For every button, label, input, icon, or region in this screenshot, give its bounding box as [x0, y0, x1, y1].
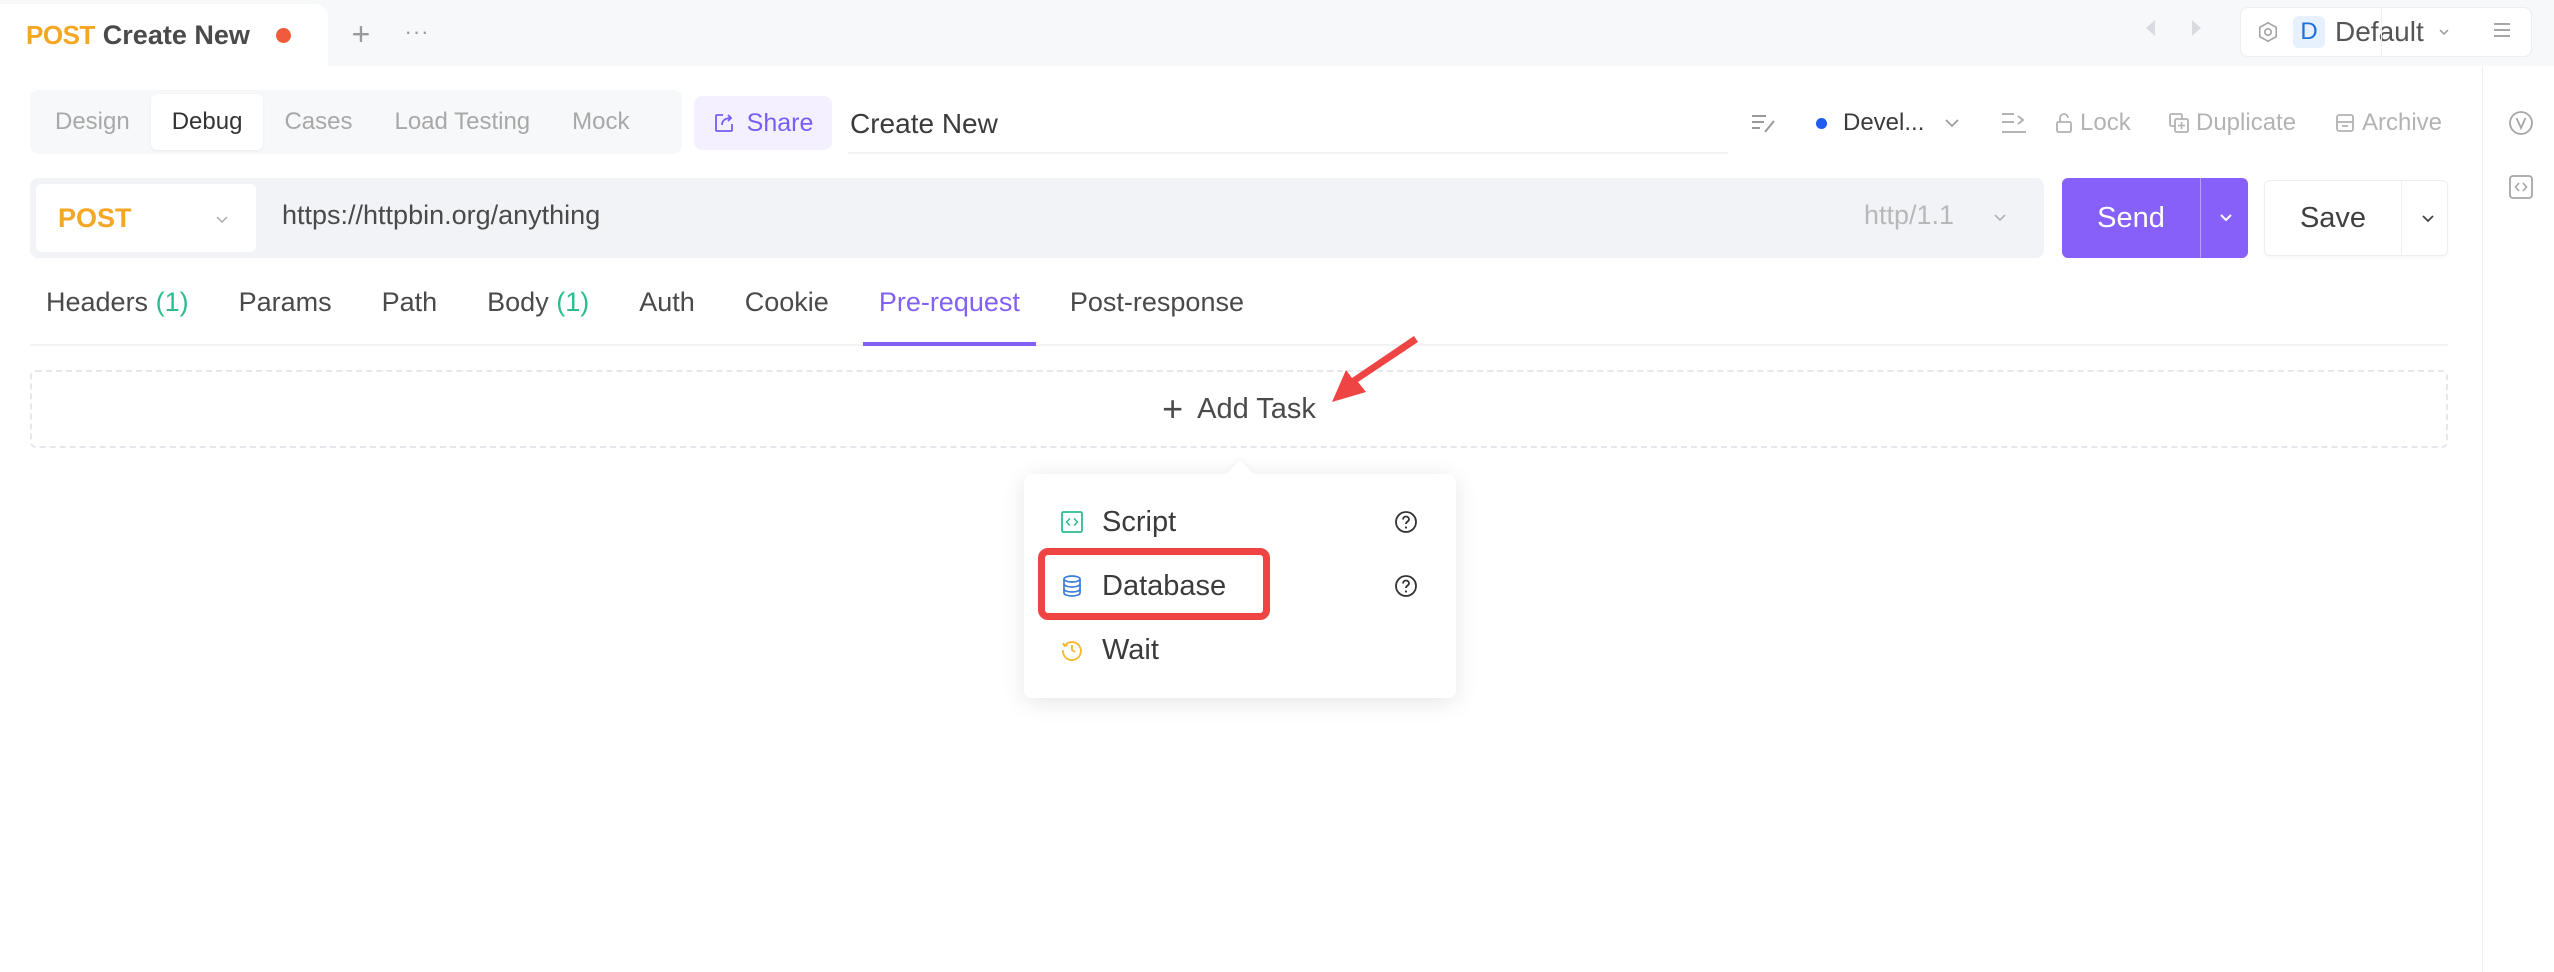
divider	[2401, 181, 2402, 255]
menu-item-script[interactable]: Script	[1024, 492, 1456, 552]
hamburger-menu-icon[interactable]	[2490, 18, 2514, 42]
archive-icon	[2336, 114, 2354, 132]
lock-button[interactable]: Lock	[2054, 106, 2131, 140]
tab-count: (1)	[556, 287, 590, 317]
tab-label: Body	[487, 287, 549, 317]
collapse-panel-button[interactable]	[2000, 106, 2034, 140]
send-options-chevron-icon[interactable]	[2218, 212, 2234, 224]
more-tabs-button[interactable]: ···	[402, 14, 432, 54]
tab-params[interactable]: Params	[237, 274, 334, 344]
divider	[2381, 7, 2382, 57]
status-label: Devel...	[1843, 109, 1925, 136]
share-label: Share	[746, 108, 814, 137]
save-label: Save	[2299, 202, 2367, 234]
request-tabs: Headers (1) Params Path Body (1) Auth Co…	[30, 274, 2448, 346]
chevron-down-icon	[1945, 119, 1959, 128]
mode-tabs: Design Debug Cases Load Testing Mock	[30, 90, 682, 154]
tab-post-response[interactable]: Post-response	[1068, 274, 1246, 344]
tab-label: Headers	[46, 287, 149, 317]
unsaved-dot-icon	[275, 27, 291, 43]
document-tab[interactable]: POST Create New	[0, 4, 328, 66]
mode-tab-debug[interactable]: Debug	[150, 94, 264, 150]
tab-label: Auth	[639, 287, 695, 317]
annotation-arrow-icon	[1332, 336, 1418, 402]
send-button[interactable]: Send	[2062, 178, 2248, 258]
mode-tab-design[interactable]: Design	[34, 94, 151, 150]
tab-body[interactable]: Body (1)	[485, 274, 591, 344]
add-task-label: Add Task	[1197, 392, 1316, 425]
method-value: POST	[58, 202, 132, 233]
history-clock-icon	[1062, 641, 1082, 661]
lock-icon	[2056, 113, 2072, 133]
menu-item-wait[interactable]: Wait	[1024, 620, 1456, 680]
settings-hexagon-icon[interactable]	[2257, 21, 2279, 43]
share-button[interactable]: Share	[694, 96, 832, 150]
nav-forward-icon[interactable]	[2192, 20, 2201, 36]
collapse-icon	[2002, 113, 2026, 133]
menu-item-label: Wait	[1102, 633, 1159, 666]
archive-label: Archive	[2362, 109, 2443, 136]
chevron-down-icon	[2439, 29, 2449, 36]
chevron-down-icon	[216, 216, 228, 224]
edit-list-icon	[1752, 115, 1775, 133]
endpoint-name-input[interactable]	[848, 96, 1728, 154]
share-icon	[714, 114, 733, 132]
doc-tab-method: POST	[26, 19, 95, 50]
divider	[2200, 178, 2201, 258]
nav-back-icon[interactable]	[2146, 20, 2155, 36]
tab-label: Params	[238, 287, 332, 317]
save-button[interactable]: Save	[2264, 180, 2448, 256]
duplicate-label: Duplicate	[2196, 109, 2297, 136]
new-tab-button[interactable]: +	[346, 14, 376, 54]
status-dropdown[interactable]: Devel...	[1816, 106, 1966, 140]
lock-label: Lock	[2080, 109, 2131, 136]
method-select[interactable]: POST	[36, 184, 256, 252]
mode-tab-mock[interactable]: Mock	[551, 94, 650, 150]
annotation-highlight-box	[1038, 548, 1270, 620]
tab-count: (1)	[155, 287, 189, 317]
add-task-button[interactable]: + Add Task	[30, 370, 2448, 448]
chevron-down-icon	[1994, 214, 2006, 222]
protocol-select[interactable]: http/1.1	[1864, 200, 1954, 231]
help-icon[interactable]	[1394, 510, 1418, 534]
tab-auth[interactable]: Auth	[637, 274, 697, 344]
environment-selector[interactable]: D Default	[2240, 7, 2532, 57]
top-bar	[0, 0, 2554, 66]
tab-cookie[interactable]: Cookie	[743, 274, 831, 344]
tab-label: Post-response	[1069, 287, 1244, 317]
archive-button[interactable]: Archive	[2334, 106, 2442, 140]
doc-tab-name: Create New	[102, 19, 250, 50]
save-options-chevron-icon[interactable]	[2420, 213, 2436, 225]
duplicate-icon	[2169, 113, 2189, 133]
right-rail-divider	[2482, 66, 2483, 972]
url-input[interactable]: https://httpbin.org/anything	[282, 200, 600, 231]
plus-icon: +	[1162, 388, 1184, 429]
help-icon[interactable]	[1394, 574, 1418, 598]
duplicate-button[interactable]: Duplicate	[2168, 106, 2296, 140]
url-bar: POST https://httpbin.org/anything http/1…	[30, 178, 2044, 258]
edit-description-button[interactable]	[1750, 106, 1784, 140]
code-snippet-icon[interactable]	[2508, 174, 2534, 200]
environment-badge: D	[2293, 16, 2325, 48]
tab-pre-request[interactable]: Pre-request	[862, 274, 1036, 346]
tab-label: Path	[381, 287, 438, 317]
environment-name: Default	[2335, 16, 2424, 47]
tab-label: Pre-request	[878, 287, 1020, 317]
menu-item-label: Script	[1102, 505, 1177, 538]
mode-tab-load-testing[interactable]: Load Testing	[373, 94, 551, 150]
code-icon	[1061, 511, 1083, 533]
mode-tab-cases[interactable]: Cases	[263, 94, 373, 150]
status-dot-icon	[1816, 117, 1827, 129]
tab-headers[interactable]: Headers (1)	[44, 274, 191, 344]
tab-path[interactable]: Path	[380, 274, 440, 344]
send-label: Send	[2097, 202, 2165, 234]
variables-icon[interactable]	[2508, 110, 2534, 136]
tab-label: Cookie	[744, 287, 829, 317]
